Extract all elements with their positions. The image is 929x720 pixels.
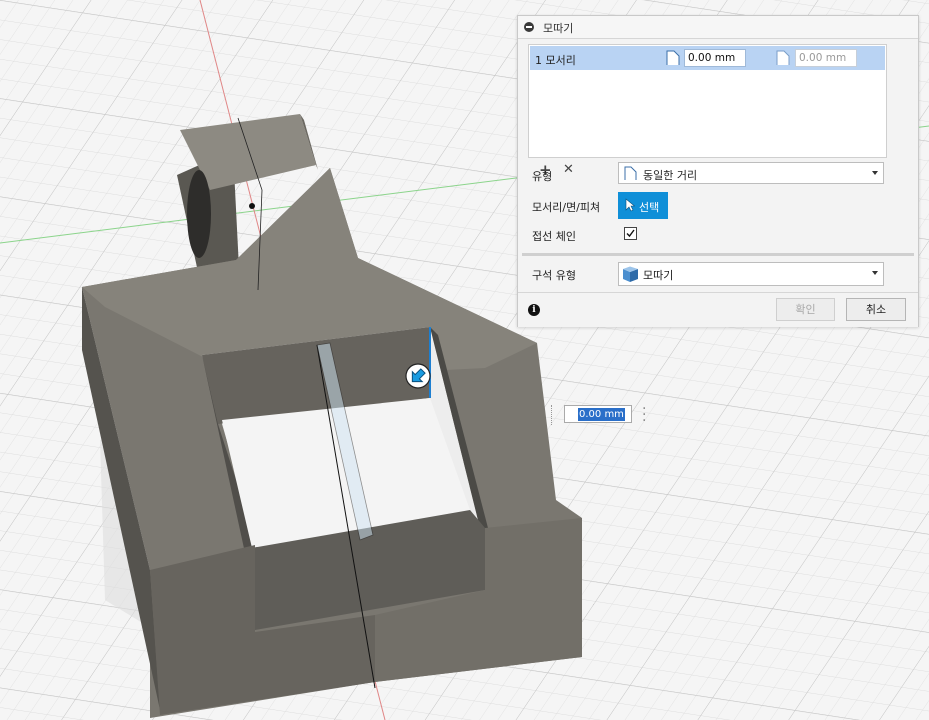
info-icon[interactable]: i xyxy=(528,304,540,316)
dialog-footer: i 확인 취소 xyxy=(518,292,918,327)
cursor-arrow-icon xyxy=(625,198,635,212)
ok-button[interactable]: 확인 xyxy=(776,298,835,321)
drag-grip-icon[interactable] xyxy=(551,405,558,425)
select-button-label: 선택 xyxy=(639,201,660,214)
chamfer-corner-icon xyxy=(623,266,638,282)
distance-1-icon xyxy=(666,50,680,65)
chamfer-dialog: 모따기 1 모서리 0.00 mm 0.00 mm + ✕ 유형 동일한 거리 … xyxy=(517,15,919,327)
section-divider xyxy=(522,253,914,256)
type-dropdown[interactable]: 동일한 거리 xyxy=(618,162,884,184)
type-value: 동일한 거리 xyxy=(643,169,698,182)
distance-2-icon xyxy=(776,50,790,65)
dialog-title: 모따기 xyxy=(543,22,574,35)
manipulator-value: 0.00 mm xyxy=(578,408,625,421)
edge-row[interactable]: 1 모서리 0.00 mm 0.00 mm xyxy=(530,46,885,70)
distance-manipulator: 0.00 mm · · · xyxy=(551,402,656,428)
dialog-header: 모따기 xyxy=(518,16,918,39)
tangent-chain-checkbox[interactable] xyxy=(624,227,637,240)
corner-type-value: 모따기 xyxy=(643,269,674,282)
equal-distance-icon xyxy=(624,166,637,180)
remove-icon[interactable]: ✕ xyxy=(563,162,574,178)
manipulator-input[interactable]: 0.00 mm xyxy=(564,405,632,423)
distance-2-input[interactable]: 0.00 mm xyxy=(795,49,857,67)
chevron-down-icon xyxy=(872,271,878,275)
edge-row-label: 1 모서리 xyxy=(535,54,576,67)
edges-label: 모서리/면/피쳐 xyxy=(532,201,601,214)
edge-selection-list: 1 모서리 0.00 mm 0.00 mm + ✕ xyxy=(528,44,887,178)
type-label: 유형 xyxy=(532,170,553,183)
checkmark-icon xyxy=(626,229,635,238)
distance-1-input[interactable]: 0.00 mm xyxy=(684,49,746,67)
corner-type-label: 구석 유형 xyxy=(532,269,576,282)
cancel-button[interactable]: 취소 xyxy=(846,298,906,321)
tangent-chain-label: 접선 체인 xyxy=(532,230,576,243)
chevron-down-icon xyxy=(872,171,878,175)
collapse-icon[interactable] xyxy=(524,22,534,32)
corner-type-dropdown[interactable]: 모따기 xyxy=(618,262,884,286)
select-edges-button[interactable]: 선택 xyxy=(618,192,668,219)
more-options-icon[interactable]: · · · xyxy=(642,402,646,428)
